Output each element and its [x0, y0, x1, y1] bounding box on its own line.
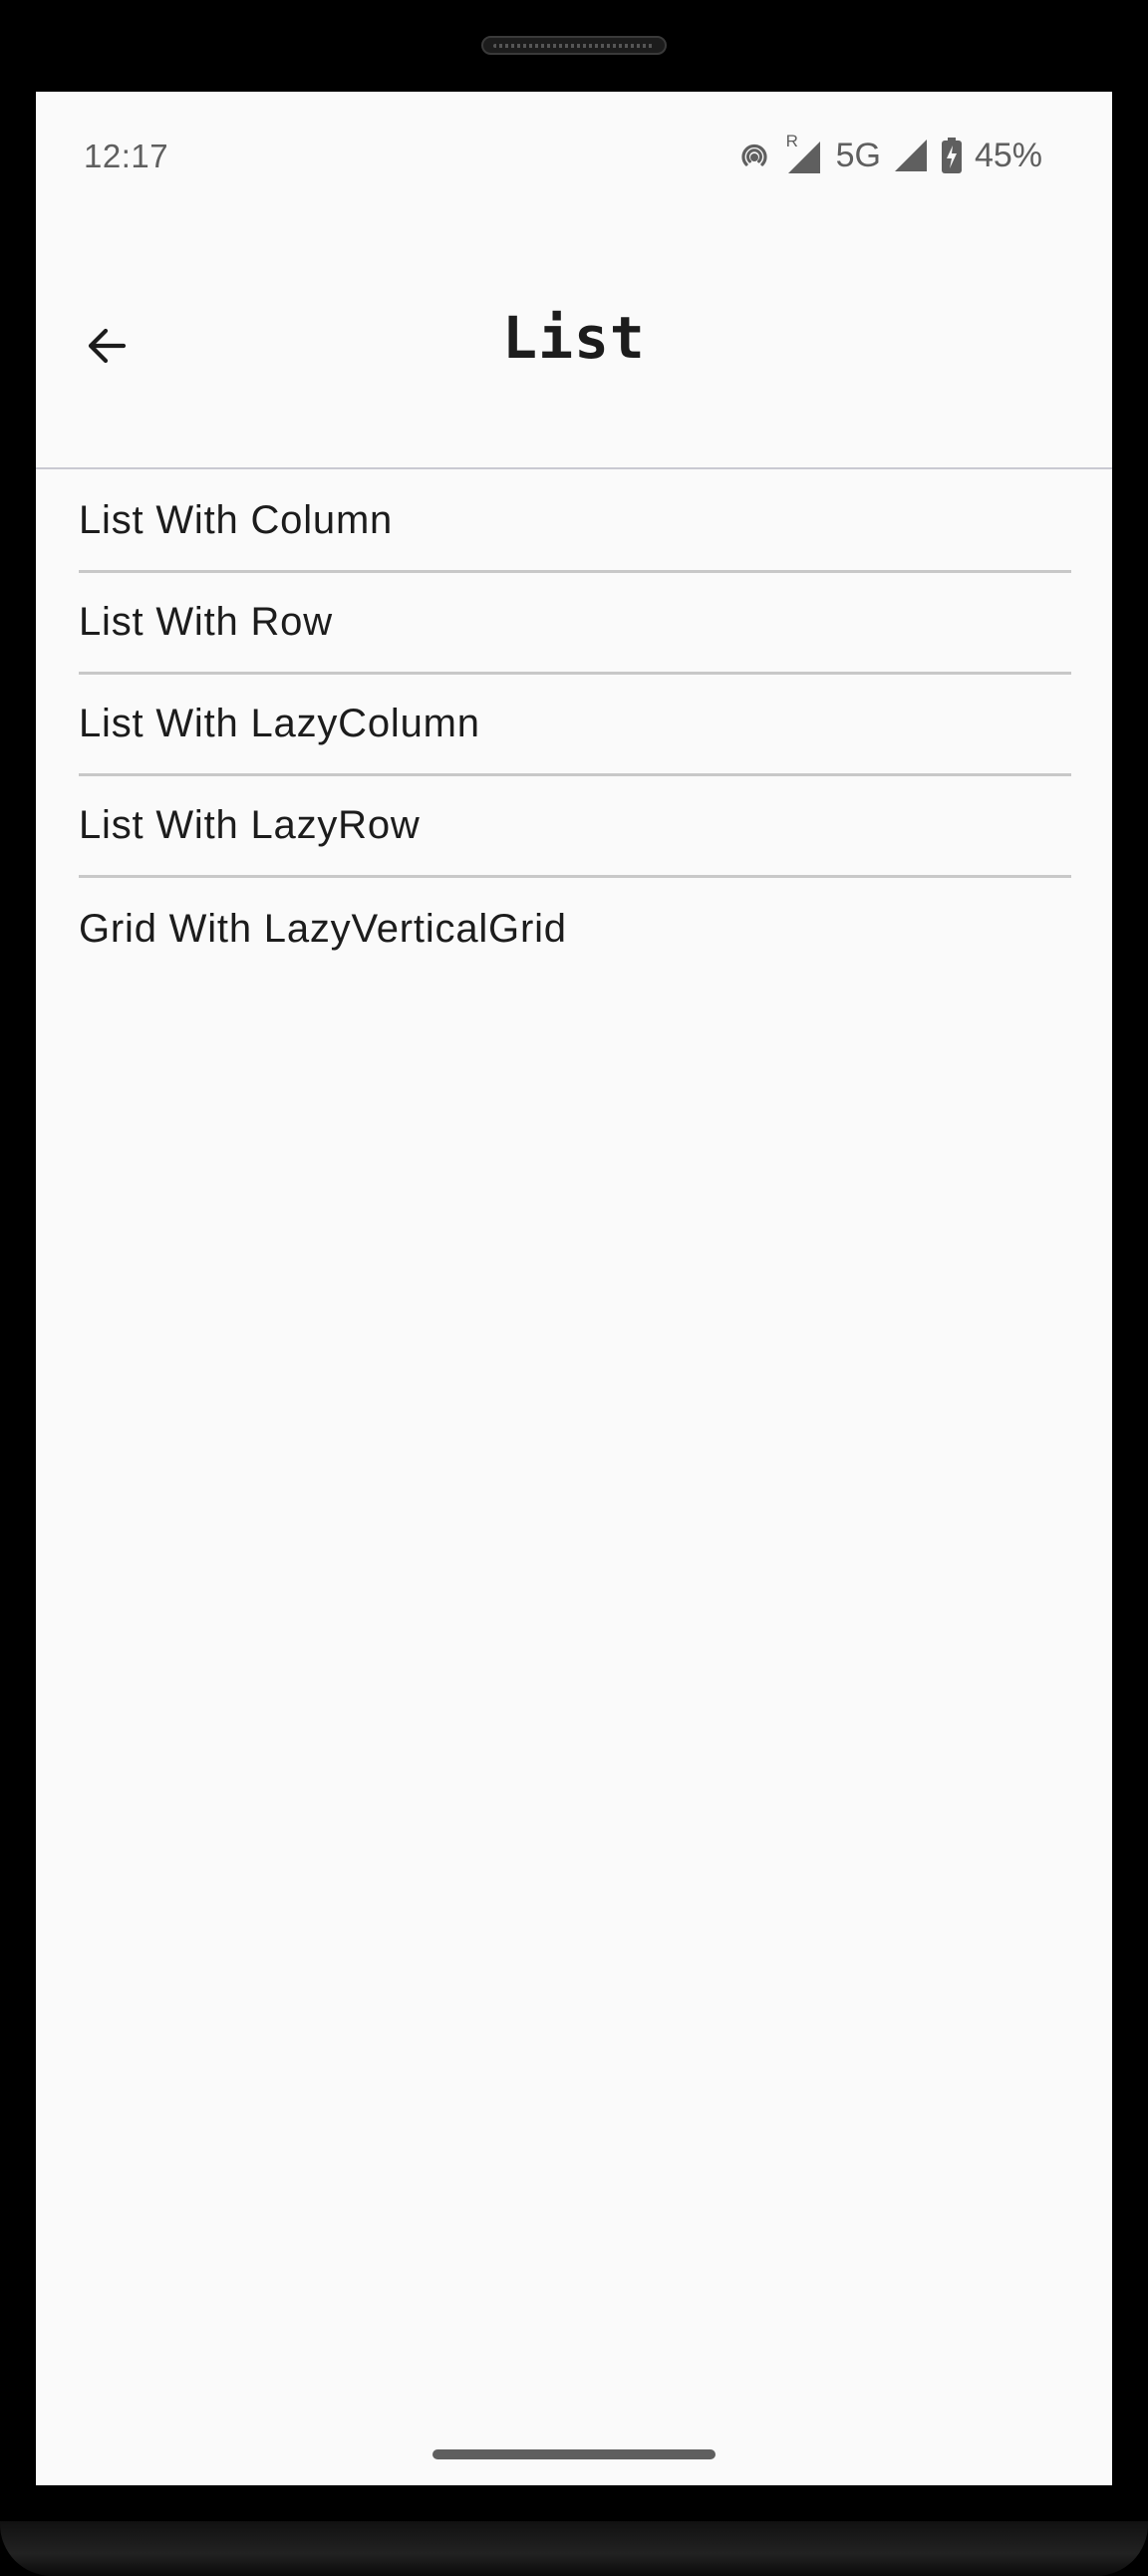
- list-item-list-with-lazyrow[interactable]: List With LazyRow: [79, 776, 1071, 878]
- signal-roaming-icon: R: [784, 132, 824, 175]
- gesture-navigation-handle[interactable]: [432, 2449, 716, 2459]
- status-time: 12:17: [84, 138, 169, 174]
- list-item-list-with-column[interactable]: List With Column: [79, 471, 1071, 573]
- list-item-list-with-lazycolumn[interactable]: List With LazyColumn: [79, 675, 1071, 776]
- earpiece-speaker: [481, 36, 667, 55]
- bottom-bezel: [0, 2521, 1148, 2576]
- list-item-grid-with-lazyverticalgrid[interactable]: Grid With LazyVerticalGrid: [79, 878, 1071, 980]
- screen: 12:17 R 5G 45% List List With Column Lis…: [36, 92, 1112, 2485]
- status-icons: R 5G 45%: [736, 132, 1042, 177]
- top-app-bar: List: [36, 226, 1112, 469]
- page-title: List: [502, 304, 646, 372]
- list-item-list-with-row[interactable]: List With Row: [79, 573, 1071, 675]
- phone-frame: 12:17 R 5G 45% List List With Column Lis…: [0, 0, 1148, 2576]
- signal-icon: [893, 138, 929, 173]
- battery-percentage: 45%: [974, 136, 1042, 174]
- navigation-list: List With Column List With Row List With…: [79, 471, 1071, 980]
- battery-charging-icon: [941, 137, 963, 174]
- network-type: 5G: [835, 136, 881, 174]
- status-bar: 12:17 R 5G 45%: [36, 92, 1112, 226]
- hotspot-icon: [736, 138, 772, 173]
